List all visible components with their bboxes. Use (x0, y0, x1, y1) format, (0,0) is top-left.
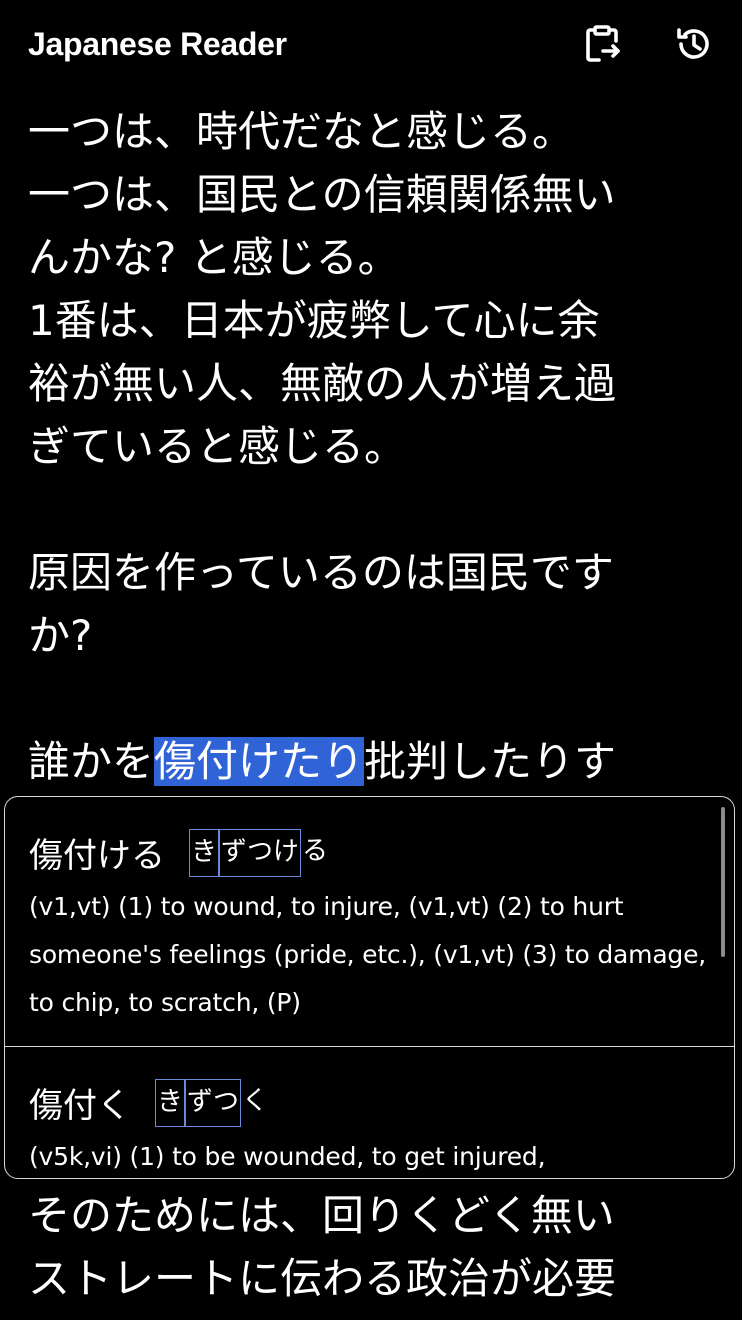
reading-kana-part: ずつけ (219, 829, 302, 877)
reader-text: 一つは、時代だなと感じる。 一つは、国民との信頼関係無い んかな? と感じる。 … (28, 100, 714, 793)
clipboard-paste-icon (582, 24, 622, 64)
entry-definition: (v5k,vi) (1) to be wounded, to get injur… (29, 1142, 546, 1171)
reading-kana-part: き (155, 1079, 186, 1127)
entry-reading: き ずつ く (155, 1079, 269, 1127)
app-title: Japanese Reader (28, 26, 287, 62)
reading-kana-part: き (189, 829, 220, 877)
text-line[interactable]: か? (28, 604, 714, 667)
text-line[interactable]: 1番は、日本が疲弊して心に余 (28, 289, 714, 352)
text-line[interactable]: んかな? と感じる。 (28, 226, 714, 289)
text-line[interactable]: 裕が無い人、無敵の人が増え過 (28, 352, 714, 415)
app-header: Japanese Reader (0, 0, 742, 92)
selected-word[interactable]: 傷付けたり (154, 737, 365, 786)
reading-kana-part: る (302, 836, 329, 866)
text-line[interactable]: ストレートに伝わる政治が必要 (28, 1247, 714, 1310)
entry-term: 傷付く (29, 1086, 131, 1126)
entry-term: 傷付ける (29, 836, 165, 876)
text-before-selection[interactable]: 誰かを (28, 737, 154, 786)
history-icon (674, 24, 714, 64)
entry-headline: 傷付ける き ずつけ る (29, 819, 708, 879)
text-line[interactable]: 原因を作っているのは国民です (28, 541, 714, 604)
entry-reading: き ずつけ る (189, 829, 329, 877)
text-line[interactable]: ぎていると感じる。 (28, 415, 714, 478)
text-line[interactable]: そのためには、回りくどく無い (28, 1184, 714, 1247)
paste-clipboard-button[interactable] (578, 20, 626, 68)
dictionary-popup[interactable]: 傷付ける き ずつけ る (v1,vt) (1) to wound, to in… (4, 796, 735, 1179)
reader-text-continued: そのためには、回りくどく無い ストレートに伝わる政治が必要 (28, 1184, 714, 1310)
history-button[interactable] (670, 20, 718, 68)
dictionary-entry[interactable]: 傷付ける き ずつけ る (v1,vt) (1) to wound, to in… (5, 797, 734, 1047)
reading-kana-part: く (242, 1086, 269, 1116)
text-after-selection[interactable]: 批判したりす (364, 737, 616, 786)
text-line-with-selection[interactable]: 誰かを傷付けたり批判したりす (28, 730, 714, 793)
reading-kana-part: ずつ (185, 1079, 242, 1127)
dictionary-entry[interactable]: 傷付く き ずつ く (v5k,vi) (1) to be wounded, t… (5, 1047, 734, 1178)
entry-definition: (v1,vt) (1) to wound, to injure, (v1,vt)… (29, 892, 707, 1017)
text-line[interactable]: 一つは、時代だなと感じる。 (28, 100, 714, 163)
text-line[interactable]: 一つは、国民との信頼関係無い (28, 163, 714, 226)
entry-headline: 傷付く き ずつ く (29, 1069, 708, 1129)
